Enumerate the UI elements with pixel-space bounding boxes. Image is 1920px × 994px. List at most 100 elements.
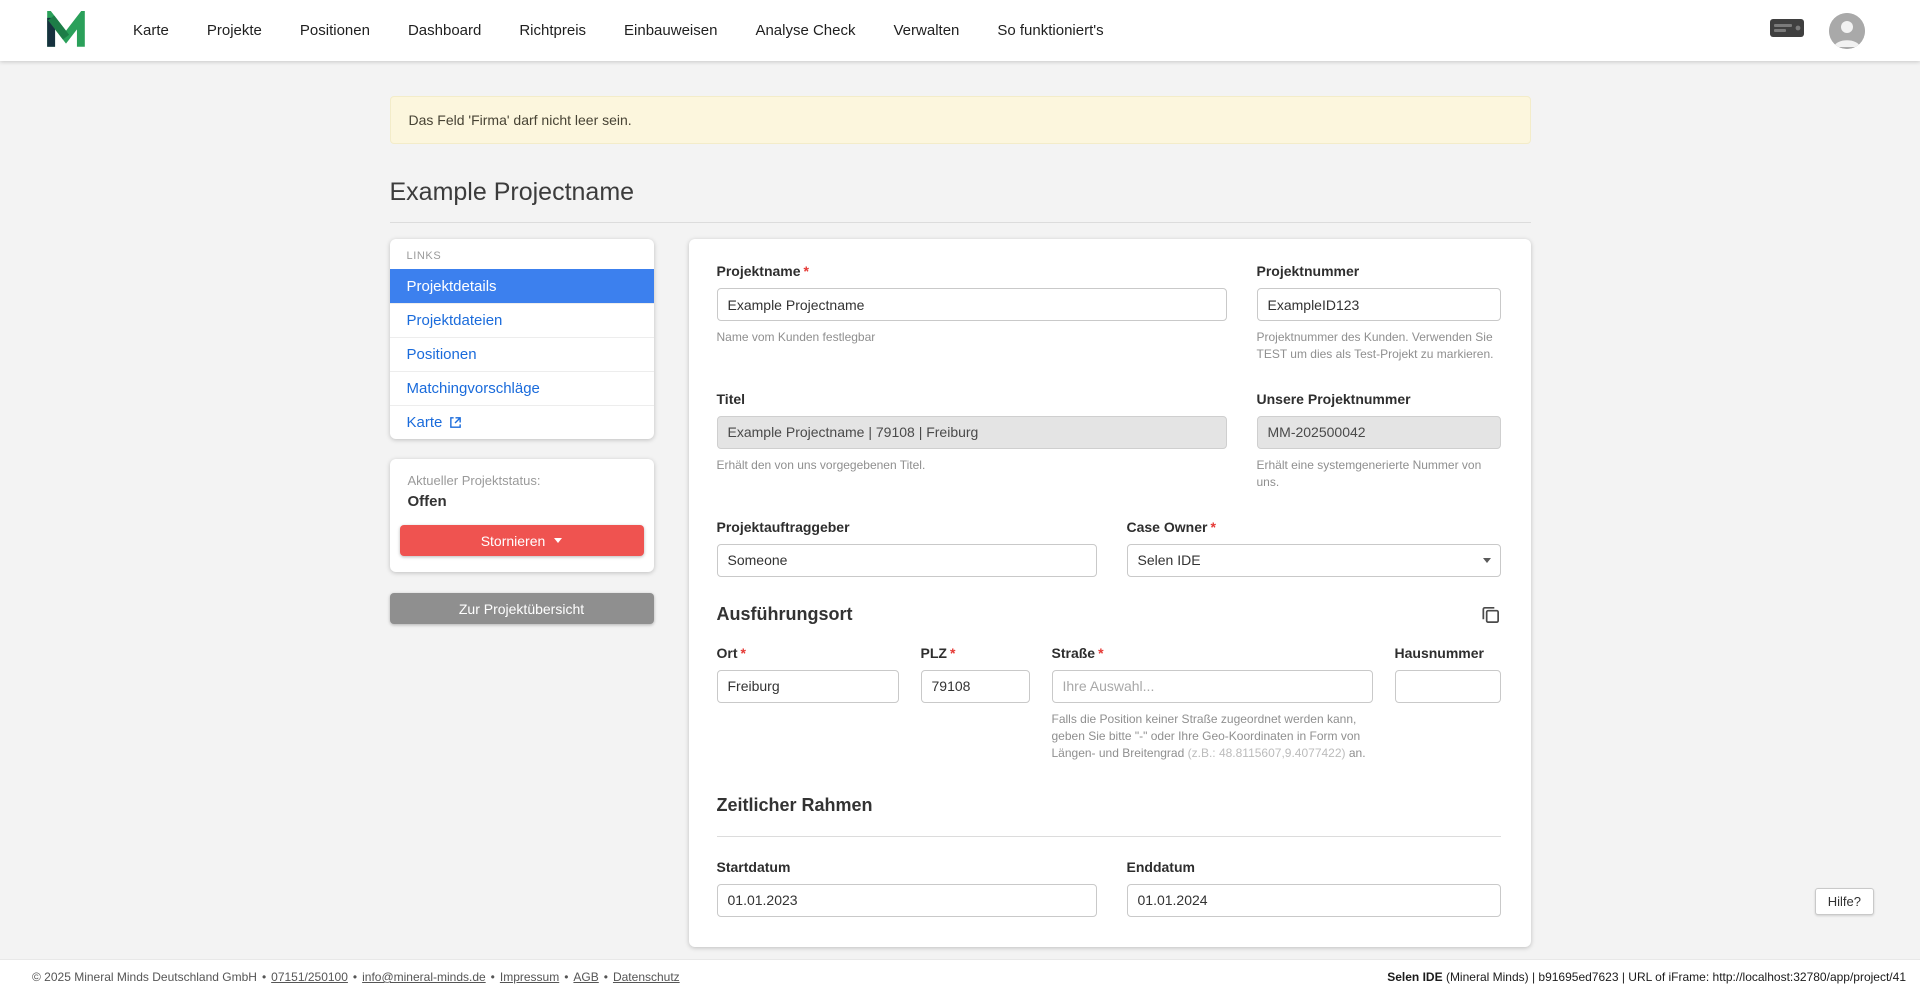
stornieren-button[interactable]: Stornieren	[400, 525, 644, 556]
footer-copyright: © 2025 Mineral Minds Deutschland GmbH	[32, 970, 257, 984]
sidebar-item-projektdetails[interactable]: Projektdetails	[390, 269, 654, 303]
sidebar-item-label: Karte	[407, 414, 443, 431]
footer-phone-link[interactable]: 07151/250100	[271, 970, 348, 984]
navbar-right-actions	[1769, 13, 1865, 49]
case-owner-select[interactable]: Selen IDE	[1127, 544, 1501, 577]
required-mark: *	[741, 645, 746, 661]
copy-icon[interactable]	[1480, 604, 1501, 625]
case-owner-selected-value: Selen IDE	[1138, 552, 1201, 568]
projektnummer-input[interactable]	[1257, 288, 1501, 321]
projektauftraggeber-label: Projektauftraggeber	[717, 519, 1097, 535]
footer-email-link[interactable]: info@mineral-minds.de	[362, 970, 486, 984]
nav-item-projekte[interactable]: Projekte	[207, 22, 262, 39]
hausnummer-input[interactable]	[1395, 670, 1501, 703]
alert-message: Das Feld 'Firma' darf nicht leer sein.	[409, 112, 632, 128]
sidebar-item-projektdateien[interactable]: Projektdateien	[390, 303, 654, 337]
startdatum-label: Startdatum	[717, 859, 1097, 875]
projektnummer-help: Projektnummer des Kunden. Verwenden Sie …	[1257, 329, 1501, 364]
ort-input[interactable]	[717, 670, 899, 703]
footer-separator: •	[262, 970, 266, 984]
hilfe-button[interactable]: Hilfe?	[1815, 888, 1874, 915]
sidebar-item-karte[interactable]: Karte	[390, 405, 654, 439]
plz-label: PLZ*	[921, 645, 1030, 661]
server-icon[interactable]	[1769, 16, 1805, 45]
project-status-card: Aktueller Projektstatus: Offen Storniere…	[390, 459, 654, 572]
footer-user: Selen IDE	[1387, 970, 1442, 984]
unsere-projektnummer-input	[1257, 416, 1501, 449]
footer-separator: •	[491, 970, 495, 984]
footer-separator: •	[604, 970, 608, 984]
validation-alert: Das Feld 'Firma' darf nicht leer sein.	[390, 96, 1531, 144]
top-navbar: Karte Projekte Positionen Dashboard Rich…	[0, 0, 1920, 61]
plz-input[interactable]	[921, 670, 1030, 703]
external-link-icon	[449, 416, 462, 429]
enddatum-label: Enddatum	[1127, 859, 1501, 875]
chevron-down-icon	[554, 538, 562, 543]
user-avatar-icon[interactable]	[1829, 13, 1865, 49]
footer-impressum-link[interactable]: Impressum	[500, 970, 559, 984]
footer-session-info: Selen IDE (Mineral Minds) | b91695ed7623…	[1387, 970, 1906, 984]
footer-session-details: (Mineral Minds) | b91695ed7623 | URL of …	[1443, 970, 1906, 984]
projektname-help: Name vom Kunden festlegbar	[717, 329, 1227, 346]
section-divider	[717, 836, 1501, 837]
links-header: LINKS	[390, 239, 654, 269]
startdatum-input[interactable]	[717, 884, 1097, 917]
zur-projektuebersicht-button[interactable]: Zur Projektübersicht	[390, 593, 654, 624]
nav-item-analyse-check[interactable]: Analyse Check	[755, 22, 855, 39]
label-text: Projektname	[717, 263, 801, 279]
footer-separator: •	[564, 970, 568, 984]
title-divider	[390, 222, 1531, 223]
footer-agb-link[interactable]: AGB	[573, 970, 598, 984]
strasse-help: Falls die Position keiner Straße zugeord…	[1052, 711, 1373, 763]
nav-item-einbauweisen[interactable]: Einbauweisen	[624, 22, 717, 39]
strasse-label: Straße*	[1052, 645, 1373, 661]
titel-help: Erhält den von uns vorgegebenen Titel.	[717, 457, 1227, 474]
ort-label: Ort*	[717, 645, 899, 661]
footer-datenschutz-link[interactable]: Datenschutz	[613, 970, 680, 984]
sidebar-item-positionen[interactable]: Positionen	[390, 337, 654, 371]
strasse-input[interactable]	[1052, 670, 1373, 703]
nav-item-karte[interactable]: Karte	[133, 22, 169, 39]
nav-item-positionen[interactable]: Positionen	[300, 22, 370, 39]
required-mark: *	[1210, 519, 1215, 535]
label-text: Case Owner	[1127, 519, 1208, 535]
footer-separator: •	[353, 970, 357, 984]
projektnummer-label: Projektnummer	[1257, 263, 1501, 279]
links-card: LINKS Projektdetails Projektdateien Posi…	[390, 239, 654, 439]
ausfuehrungsort-heading: Ausführungsort	[717, 604, 853, 625]
stornieren-button-label: Stornieren	[481, 533, 546, 549]
unsere-projektnummer-label: Unsere Projektnummer	[1257, 391, 1501, 407]
hausnummer-label: Hausnummer	[1395, 645, 1501, 661]
sidebar-item-matchingvorschlaege[interactable]: Matchingvorschläge	[390, 371, 654, 405]
required-mark: *	[1098, 645, 1103, 661]
sidebar-item-label: Positionen	[407, 346, 477, 363]
page-title: Example Projectname	[390, 178, 1531, 207]
titel-input	[717, 416, 1227, 449]
titel-label: Titel	[717, 391, 1227, 407]
enddatum-input[interactable]	[1127, 884, 1501, 917]
sidebar-item-label: Projektdateien	[407, 312, 503, 329]
required-mark: *	[950, 645, 955, 661]
nav-item-richtpreis[interactable]: Richtpreis	[519, 22, 586, 39]
strasse-help-example: (z.B.: 48.8115607,9.4077422)	[1188, 746, 1346, 760]
label-text: Ort	[717, 645, 738, 661]
projektauftraggeber-input[interactable]	[717, 544, 1097, 577]
sidebar-item-label: Projektdetails	[407, 278, 497, 295]
main-navigation: Karte Projekte Positionen Dashboard Rich…	[133, 22, 1769, 39]
label-text: PLZ	[921, 645, 947, 661]
strasse-help-suffix: an.	[1346, 746, 1366, 760]
project-details-form: Projektname* Name vom Kunden festlegbar …	[689, 239, 1531, 947]
projektname-input[interactable]	[717, 288, 1227, 321]
footer: © 2025 Mineral Minds Deutschland GmbH • …	[0, 959, 1920, 994]
nav-item-verwalten[interactable]: Verwalten	[894, 22, 960, 39]
projektname-label: Projektname*	[717, 263, 1227, 279]
case-owner-label: Case Owner*	[1127, 519, 1501, 535]
sidebar-item-label: Matchingvorschläge	[407, 380, 540, 397]
nav-item-so-funktionierts[interactable]: So funktioniert's	[997, 22, 1103, 39]
sidebar: LINKS Projektdetails Projektdateien Posi…	[390, 239, 654, 624]
required-mark: *	[804, 263, 809, 279]
mineral-minds-logo-icon[interactable]	[45, 11, 87, 51]
footer-left: © 2025 Mineral Minds Deutschland GmbH • …	[32, 970, 680, 984]
nav-item-dashboard[interactable]: Dashboard	[408, 22, 481, 39]
unsere-projektnummer-help: Erhält eine systemgenerierte Nummer von …	[1257, 457, 1501, 492]
